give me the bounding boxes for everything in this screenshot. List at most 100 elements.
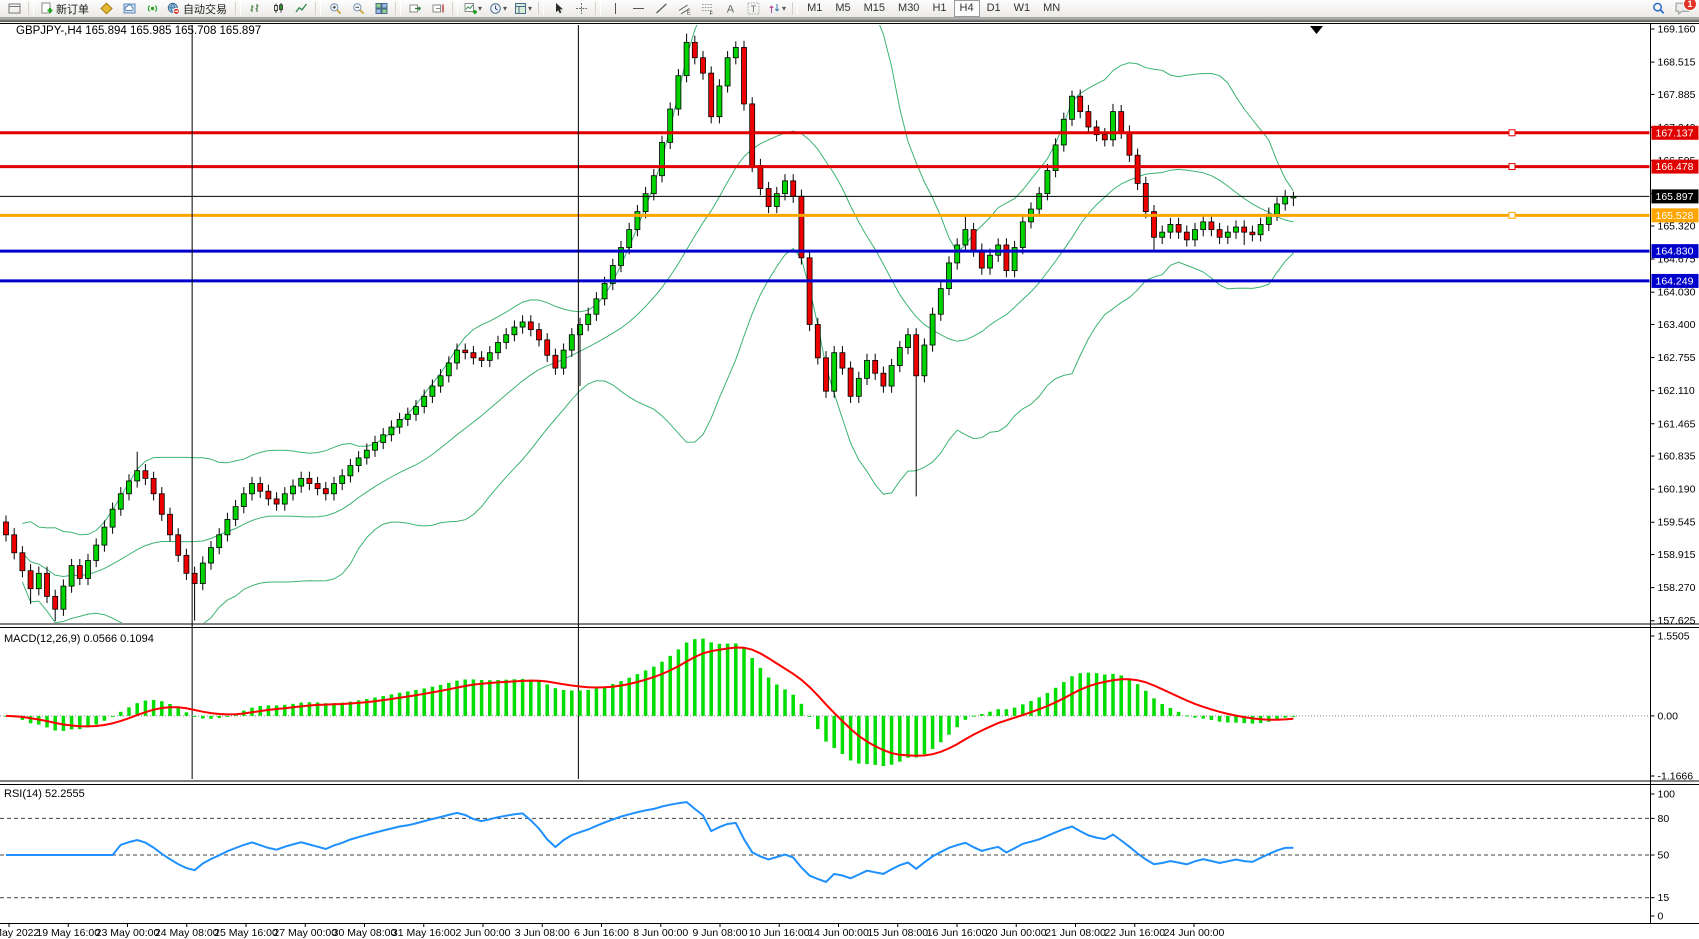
rsi-label: RSI(14) 52.2555 (4, 788, 85, 800)
candle (840, 353, 845, 368)
candle (1193, 230, 1198, 240)
periods-button[interactable]: ▾ (486, 0, 510, 17)
candle (323, 489, 328, 494)
tile-windows-button[interactable] (370, 0, 392, 17)
candle (356, 458, 361, 466)
axis-label: 0 (1658, 911, 1664, 923)
trendline-icon (655, 2, 668, 15)
toolbar-separator (28, 2, 34, 15)
candle (118, 494, 123, 509)
strategy-tester-button[interactable] (141, 0, 163, 17)
bar-chart-button[interactable] (244, 0, 266, 17)
time-axis-label: 24 Jun 00:00 (1164, 927, 1225, 939)
axis-label: 158.270 (1658, 582, 1696, 594)
candle (774, 194, 779, 207)
candle (627, 230, 632, 248)
autotrading-button[interactable]: 自动交易 (164, 0, 232, 17)
window-icon[interactable] (3, 0, 25, 17)
candle (1143, 183, 1148, 211)
chevron-down-icon: ▾ (478, 2, 482, 15)
candle (159, 494, 164, 515)
candle (988, 255, 993, 268)
chart-canvas[interactable]: 169.160168.515167.885167.240166.595165.9… (0, 22, 1699, 939)
text-label-button[interactable]: T (742, 0, 764, 17)
timeframe-mn[interactable]: MN (1037, 0, 1066, 17)
timeframe-m30[interactable]: M30 (892, 0, 925, 17)
notifications-button[interactable]: 1 (1675, 1, 1690, 16)
chart-shift-button[interactable] (427, 0, 449, 17)
vertical-line-button[interactable] (604, 0, 626, 17)
candle (151, 478, 156, 493)
arrows-icon (768, 2, 781, 15)
timeframe-m5[interactable]: M5 (829, 0, 856, 17)
line-chart-button[interactable] (290, 0, 312, 17)
fibonacci-button[interactable]: F (696, 0, 718, 17)
timeframe-m1[interactable]: M1 (801, 0, 828, 17)
candle (36, 573, 41, 588)
cursor-button[interactable] (547, 0, 569, 17)
toolbar-separator (538, 2, 544, 15)
time-axis-label: 9 Jun 08:00 (693, 927, 748, 939)
trendline-button[interactable] (650, 0, 672, 17)
new-order-icon (40, 2, 53, 15)
zoom-in-button[interactable] (324, 0, 346, 17)
auto-scroll-button[interactable] (404, 0, 426, 17)
axis-label: -1.1666 (1658, 771, 1694, 783)
time-axis-label: 15 Jun 08:00 (867, 927, 928, 939)
arrows-button[interactable]: ▾ (765, 0, 789, 17)
candle (930, 314, 935, 345)
candle (364, 450, 369, 458)
clock-icon (489, 2, 502, 15)
candlestick-chart-button[interactable] (267, 0, 289, 17)
candle (299, 478, 304, 486)
timeframe-h4[interactable]: H4 (954, 0, 980, 17)
candle (824, 358, 829, 391)
candle (217, 535, 222, 548)
candle (1086, 112, 1091, 127)
candle (520, 322, 525, 327)
axis-label: 167.885 (1658, 89, 1696, 101)
candle (471, 353, 476, 358)
candle (1217, 230, 1222, 238)
timeframe-h1[interactable]: H1 (926, 0, 952, 17)
candle (1275, 204, 1280, 214)
candle (414, 407, 419, 415)
data-window-button[interactable] (118, 0, 140, 17)
timeframe-m15[interactable]: M15 (858, 0, 891, 17)
crosshair-button[interactable] (570, 0, 592, 17)
timeframe-w1[interactable]: W1 (1008, 0, 1037, 17)
templates-button[interactable]: ▾ (511, 0, 535, 17)
candle (45, 573, 50, 596)
candle (135, 471, 140, 481)
horizontal-line-button[interactable] (627, 0, 649, 17)
svg-text:F: F (709, 11, 713, 15)
equidistant-channel-button[interactable]: E (673, 0, 695, 17)
toolbar-separator (792, 2, 798, 15)
history-center-button[interactable] (95, 0, 117, 17)
candle (455, 350, 460, 363)
zoom-out-button[interactable] (347, 0, 369, 17)
time-axis-label: 21 Jun 08:00 (1045, 927, 1106, 939)
candle (832, 353, 837, 391)
candle (291, 486, 296, 494)
candle (1127, 132, 1132, 155)
indicators-button[interactable]: ▾ (461, 0, 485, 17)
search-button[interactable] (1647, 0, 1669, 17)
candle (209, 548, 214, 563)
candle (545, 340, 550, 355)
tile-windows-icon (375, 2, 388, 15)
main-toolbar: 新订单 自动交易 ▾ ▾ ▾ E F A T ▾ (0, 0, 1699, 17)
time-axis-label: 8 Jun 00:00 (633, 927, 688, 939)
candle (807, 258, 812, 325)
candle (848, 368, 853, 396)
candle (250, 484, 255, 494)
timeframe-d1[interactable]: D1 (981, 0, 1007, 17)
axis-label: 160.835 (1658, 451, 1696, 463)
time-axis-label: 16 Jun 16:00 (927, 927, 988, 939)
text-button[interactable]: A (719, 0, 741, 17)
new-order-button[interactable]: 新订单 (37, 0, 94, 17)
candle (725, 58, 730, 86)
time-axis-label: 20 Jun 00:00 (986, 927, 1047, 939)
axis-label: 164.030 (1658, 287, 1696, 299)
axis-label: 160.190 (1658, 484, 1696, 496)
